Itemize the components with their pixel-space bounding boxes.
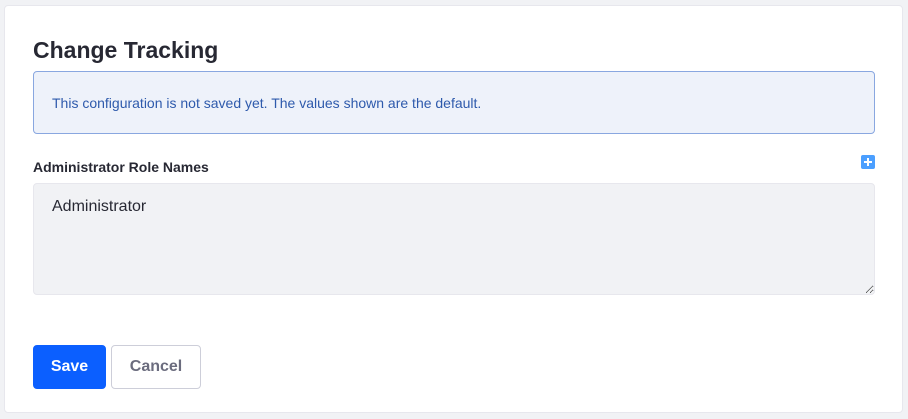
cancel-button[interactable]: Cancel: [111, 345, 201, 389]
administrator-role-names-input[interactable]: Administrator: [33, 183, 875, 295]
plus-square-icon[interactable]: [861, 155, 875, 169]
info-alert: This configuration is not saved yet. The…: [33, 71, 875, 134]
administrator-role-names-label: Administrator Role Names: [33, 159, 209, 175]
save-button[interactable]: Save: [33, 345, 106, 389]
configuration-card: Change Tracking This configuration is no…: [4, 5, 903, 413]
alert-message: This configuration is not saved yet. The…: [52, 94, 482, 111]
page-title: Change Tracking: [33, 37, 219, 63]
